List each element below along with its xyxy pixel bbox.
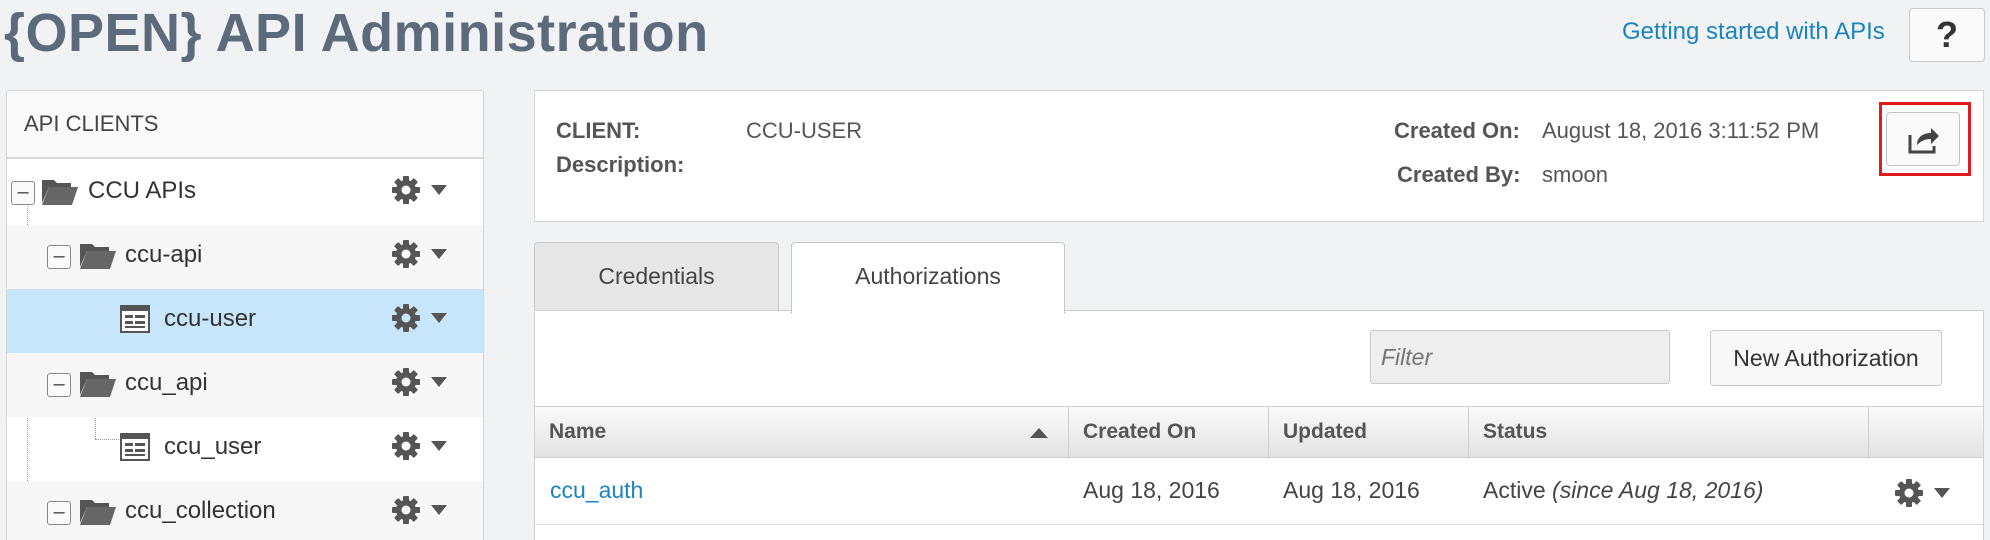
chevron-down-icon[interactable] — [1934, 486, 1950, 500]
created-on-label: Created On: — [1394, 118, 1520, 143]
status-value: Active — [1483, 477, 1546, 503]
tree-item-ccu-apis[interactable]: – CCU APIs — [7, 161, 483, 225]
collapse-toggle[interactable]: – — [11, 181, 35, 205]
column-header-created-on[interactable]: Created On — [1069, 407, 1269, 459]
created-on-cell: Aug 18, 2016 — [1083, 477, 1220, 503]
open-folder-icon — [42, 180, 78, 205]
description-label: Description: — [556, 152, 685, 177]
tree-item-label: CCU APIs — [88, 177, 197, 204]
client-document-icon — [120, 433, 150, 461]
updated-cell: Aug 18, 2016 — [1283, 477, 1420, 503]
gear-icon[interactable] — [1894, 478, 1924, 508]
gear-icon[interactable] — [391, 239, 421, 269]
tab-authorizations[interactable]: Authorizations — [791, 242, 1065, 314]
column-header-label: Name — [549, 420, 607, 443]
client-info-panel — [534, 90, 1984, 222]
gear-icon[interactable] — [391, 175, 421, 205]
status-cell: Active (since Aug 18, 2016) — [1483, 477, 1763, 504]
getting-started-link[interactable]: Getting started with APIs — [1622, 18, 1885, 46]
gear-icon[interactable] — [391, 303, 421, 333]
chevron-down-icon[interactable] — [431, 439, 447, 453]
created-by-value: smoon — [1542, 162, 1609, 187]
client-label: CLIENT: — [556, 118, 641, 143]
created-by-label: Created By: — [1397, 162, 1521, 187]
sort-ascending-icon — [1030, 428, 1048, 438]
tree-item-label: ccu_user — [164, 433, 262, 460]
column-header-status[interactable]: Status — [1469, 407, 1869, 459]
collapse-toggle[interactable]: – — [47, 245, 71, 269]
authorization-name-link[interactable]: ccu_auth — [550, 477, 643, 504]
chevron-down-icon[interactable] — [431, 375, 447, 389]
highlight-box — [1879, 102, 1971, 176]
page-title: {OPEN} API Administration — [4, 3, 709, 63]
api-clients-header: API CLIENTS — [7, 91, 483, 159]
table-row: ccu_auth Aug 18, 2016 Aug 18, 2016 Activ… — [535, 459, 1983, 525]
chevron-down-icon[interactable] — [431, 247, 447, 261]
open-folder-icon — [80, 244, 116, 269]
table-header: Name Created On Updated Status — [535, 406, 1983, 459]
status-since: (since Aug 18, 2016) — [1552, 477, 1764, 503]
tree-item-ccu-api[interactable]: – ccu-api — [7, 225, 483, 289]
open-folder-icon — [80, 500, 116, 525]
tree-item-ccu-user[interactable]: ccu-user — [7, 289, 483, 353]
tree-item-label: ccu-api — [125, 241, 203, 268]
filter-input[interactable] — [1370, 330, 1670, 384]
column-header-actions — [1869, 407, 1983, 459]
tree-item-ccu_api[interactable]: – ccu_api — [7, 353, 483, 417]
tree-item-ccu_user[interactable]: ccu_user — [7, 417, 483, 481]
client-value: CCU-USER — [746, 118, 863, 143]
gear-icon[interactable] — [391, 495, 421, 525]
collapse-toggle[interactable]: – — [47, 501, 71, 525]
new-authorization-button[interactable]: New Authorization — [1710, 330, 1942, 386]
help-button[interactable]: ? — [1909, 8, 1985, 62]
tab-credentials[interactable]: Credentials — [534, 242, 779, 312]
chevron-down-icon[interactable] — [431, 183, 447, 197]
gear-icon[interactable] — [391, 431, 421, 461]
tree-item-label: ccu_api — [125, 369, 208, 396]
tree-item-label: ccu-user — [164, 305, 257, 332]
tree-item-label: ccu_collection — [125, 497, 276, 524]
tree-item-ccu-collection[interactable]: – ccu_collection — [7, 481, 483, 540]
chevron-down-icon[interactable] — [431, 503, 447, 517]
client-document-icon — [120, 305, 150, 333]
column-header-name[interactable]: Name — [535, 407, 1069, 459]
created-on-value: August 18, 2016 3:11:52 PM — [1542, 118, 1820, 143]
chevron-down-icon[interactable] — [431, 311, 447, 325]
collapse-toggle[interactable]: – — [47, 373, 71, 397]
column-header-updated[interactable]: Updated — [1269, 407, 1469, 459]
open-folder-icon — [80, 372, 116, 397]
gear-icon[interactable] — [391, 367, 421, 397]
api-clients-panel: API CLIENTS – CCU APIs – ccu-api ccu-use… — [6, 90, 484, 540]
